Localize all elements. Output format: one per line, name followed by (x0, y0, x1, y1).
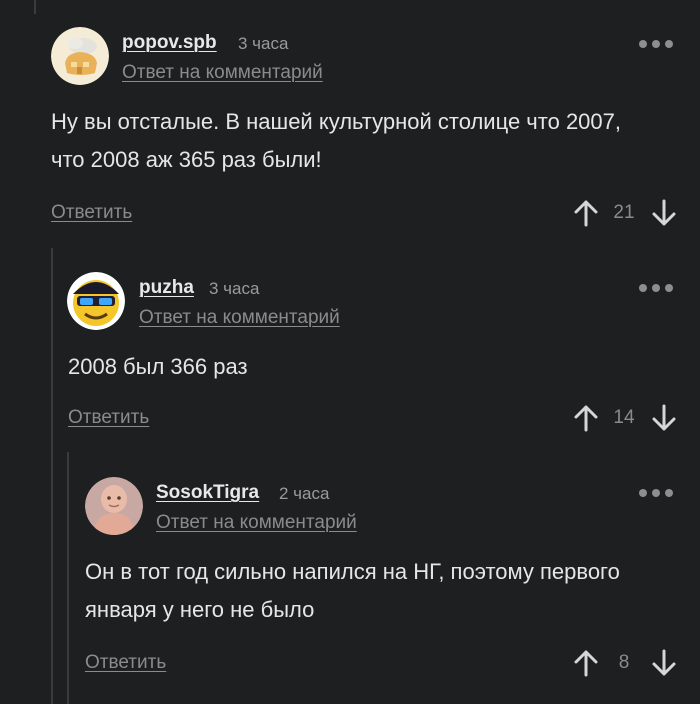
avatar[interactable] (67, 272, 125, 330)
comment-text: 2008 был 366 раз (68, 354, 248, 379)
upvote-arrow-icon[interactable] (571, 403, 601, 433)
avatar-image (51, 27, 109, 85)
avatar[interactable] (51, 27, 109, 85)
reply-to-link[interactable]: Ответ на комментарий (156, 512, 357, 534)
more-options-icon[interactable] (639, 280, 679, 296)
reply-button[interactable]: Ответить (85, 652, 166, 674)
username[interactable]: SosokTigra (156, 482, 259, 504)
thread-line-top (34, 0, 36, 14)
upvote-arrow-icon[interactable] (571, 198, 601, 228)
reply-button[interactable]: Ответить (68, 407, 149, 429)
downvote-arrow-icon[interactable] (649, 648, 679, 678)
avatar[interactable] (85, 477, 143, 535)
reply-to-link[interactable]: Ответ на комментарий (122, 62, 323, 84)
username[interactable]: popov.spb (122, 32, 217, 54)
comment-time: 3 часа (238, 34, 289, 53)
avatar-image (67, 272, 125, 330)
reply-button[interactable]: Ответить (51, 202, 132, 224)
vote-score: 21 (613, 202, 635, 223)
comment-text: Он в тот год сильно напился на НГ, поэто… (85, 559, 620, 622)
vote-score: 8 (618, 652, 630, 673)
comment-time: 2 часа (279, 484, 330, 503)
thread-line (51, 248, 53, 704)
downvote-arrow-icon[interactable] (649, 403, 679, 433)
username[interactable]: puzha (139, 277, 194, 299)
comment-time: 3 часа (209, 279, 260, 298)
downvote-arrow-icon[interactable] (649, 198, 679, 228)
vote-score: 14 (613, 407, 635, 428)
comment-text: Ну вы отсталые. В нашей культурной столи… (51, 109, 621, 172)
more-options-icon[interactable] (639, 485, 679, 501)
reply-to-link[interactable]: Ответ на комментарий (139, 307, 340, 329)
avatar-image (85, 477, 143, 535)
upvote-arrow-icon[interactable] (571, 648, 601, 678)
thread-line (67, 452, 69, 704)
more-options-icon[interactable] (639, 36, 679, 52)
